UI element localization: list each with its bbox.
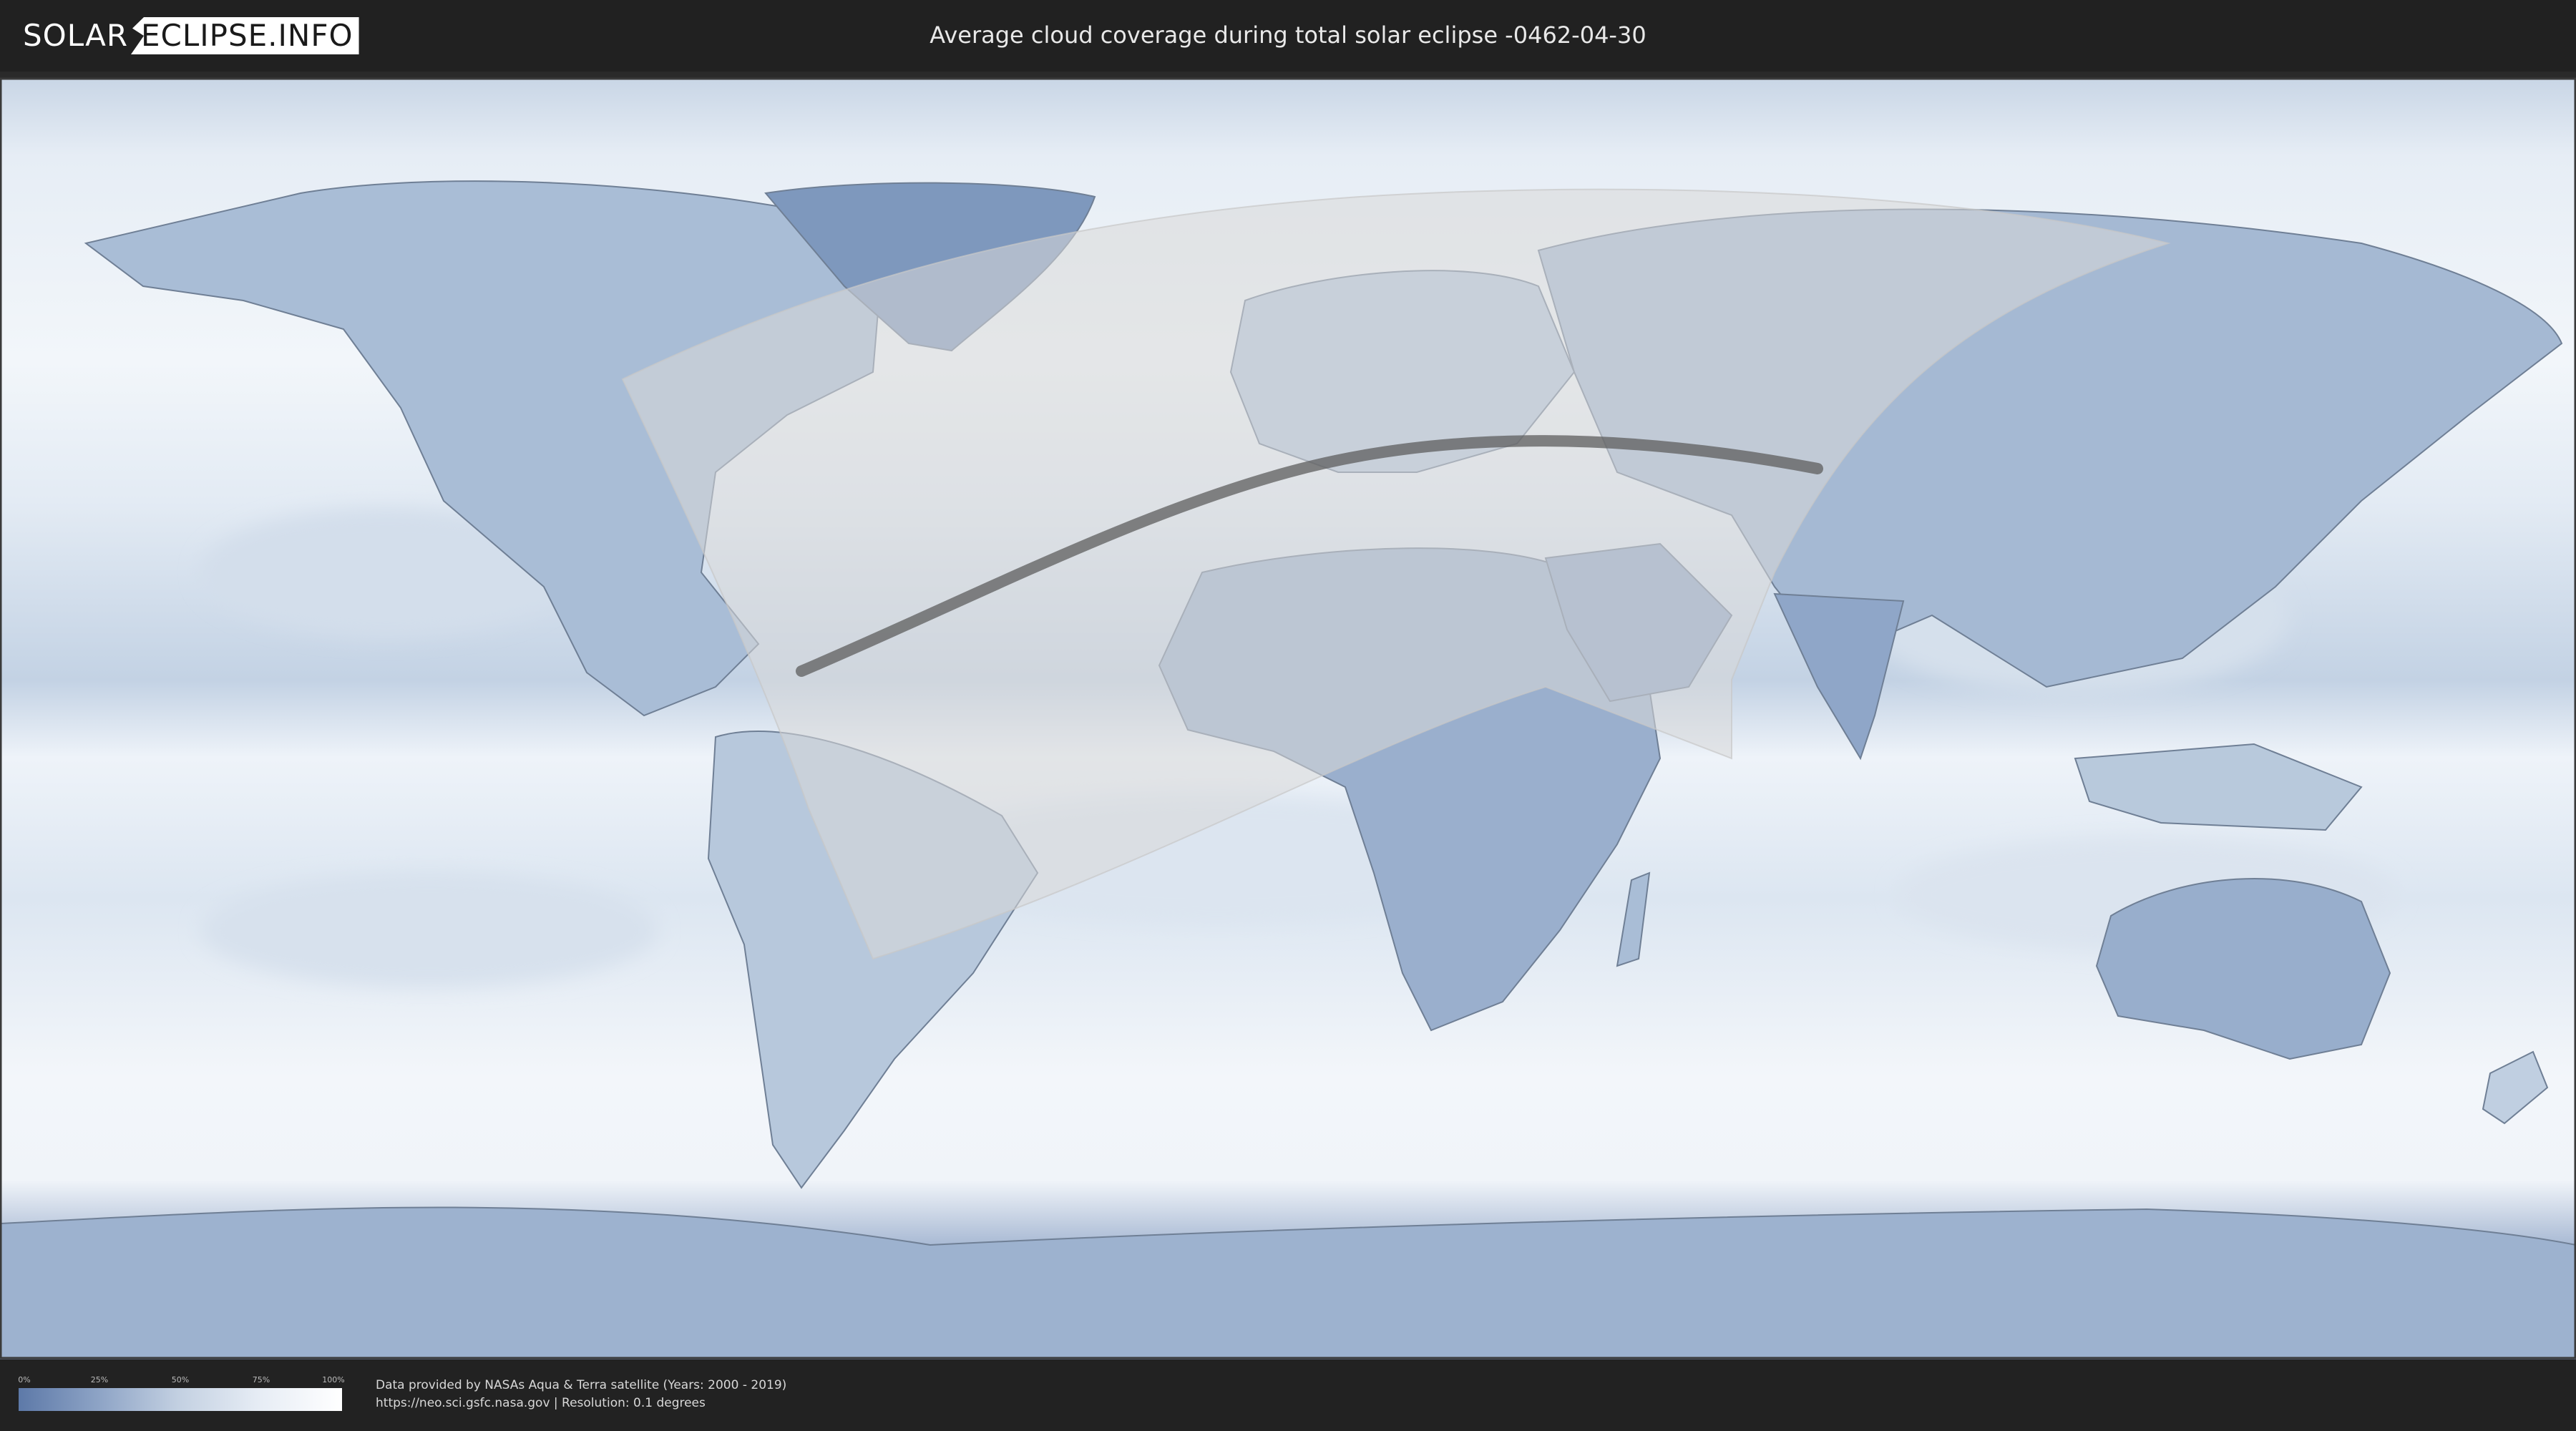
legend-tick: 50% [171, 1375, 190, 1384]
legend-tick: 75% [252, 1375, 270, 1384]
cloud-coverage-legend: 0% 25% 50% 75% 100% [18, 1375, 345, 1411]
antarctica [0, 1206, 2576, 1359]
legend-ticks: 0% 25% 50% 75% 100% [18, 1375, 345, 1388]
legend-color-bar [19, 1388, 342, 1411]
world-map-svg [0, 77, 2576, 1359]
credit-line-source: Data provided by NASAs Aqua & Terra sate… [376, 1378, 787, 1392]
credit-line-url: https://neo.sci.gsfc.nasa.gov | Resoluti… [376, 1396, 706, 1410]
page-title: Average cloud coverage during total sola… [930, 21, 1646, 49]
header-bar: SOLAR ECLIPSE.INFO Average cloud coverag… [0, 0, 2576, 72]
legend-tick: 0% [18, 1375, 31, 1384]
legend-tick: 100% [322, 1375, 345, 1384]
footer-bar: 0% 25% 50% 75% 100% Data provided by NAS… [0, 1359, 2576, 1431]
data-credits: Data provided by NASAs Aqua & Terra sate… [376, 1377, 786, 1412]
cloud-coverage-map[interactable] [0, 72, 2576, 1359]
legend-tick: 25% [90, 1375, 109, 1384]
